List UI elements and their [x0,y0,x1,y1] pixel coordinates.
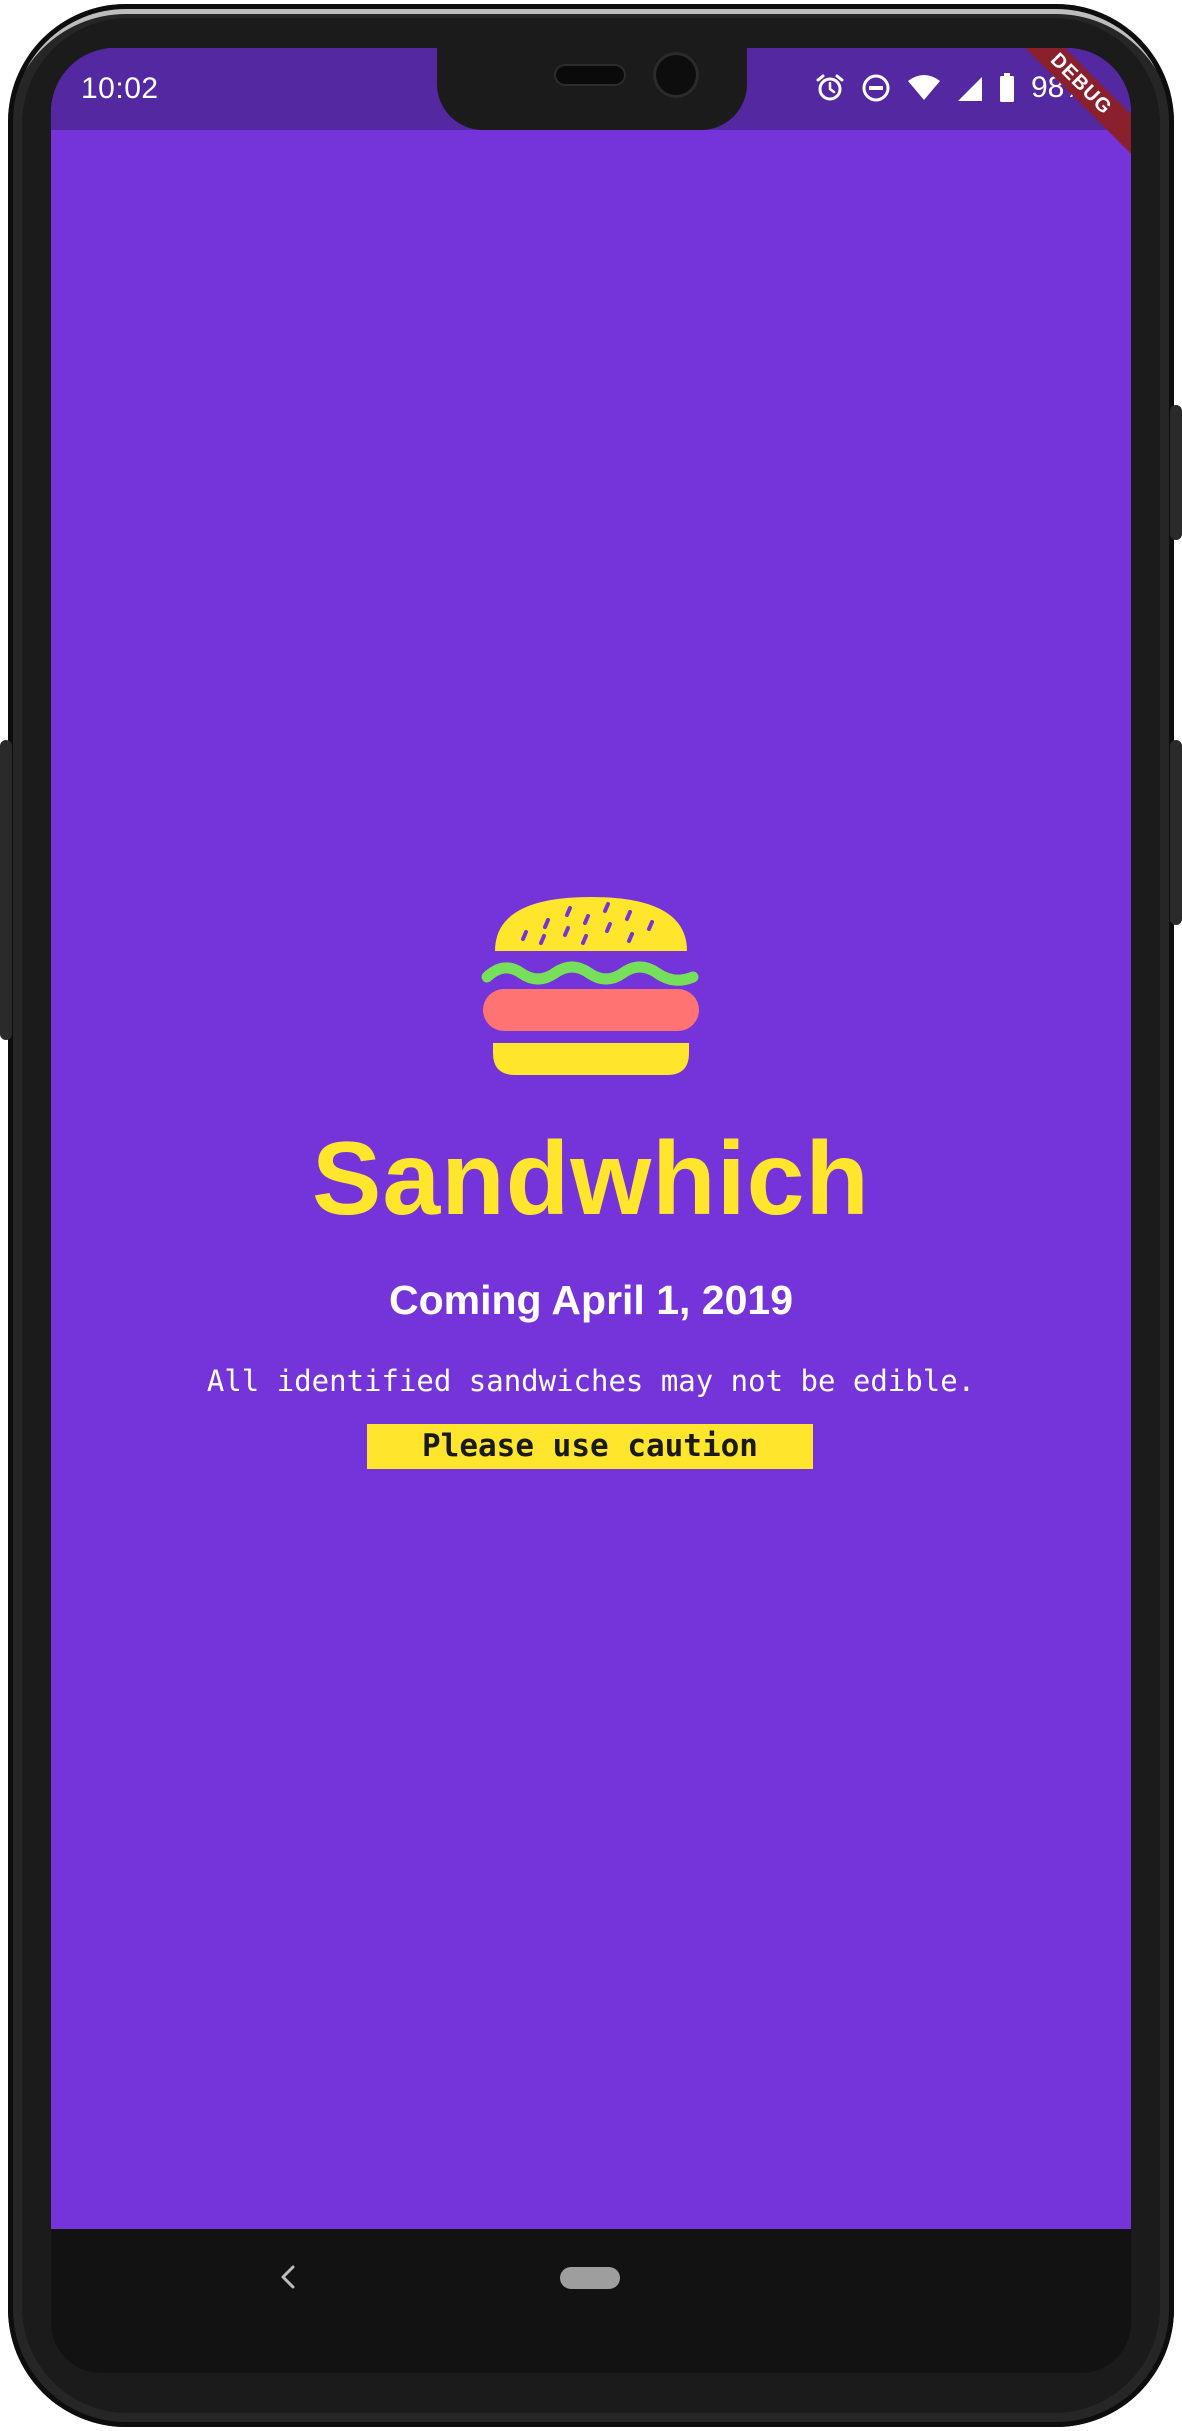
disclaimer-text: All identified sandwiches may not be edi… [206,1364,976,1398]
status-time: 10:02 [81,72,159,105]
volume-button-right [1170,740,1182,925]
alarm-icon [815,73,845,103]
power-button [1170,405,1182,540]
camera-notch [437,48,747,130]
do-not-disturb-icon [861,73,891,103]
navigation-bar [51,2229,1131,2323]
front-camera [653,52,699,98]
wifi-icon [907,73,941,103]
cell-signal-icon [957,74,983,102]
home-button[interactable] [560,2267,620,2289]
earpiece-speaker [554,64,626,86]
volume-button-left [0,740,12,1040]
battery-icon [999,73,1015,103]
launch-date-heading: Coming April 1, 2019 [388,1277,794,1323]
splash-content: Sandwhich Coming April 1, 2019 All ident… [51,130,1131,2275]
phone-chin [51,2323,1131,2373]
phone-screen: 10:02 98% DEBUG Sandwhich Coming April 1… [51,48,1131,2323]
caution-banner: Please use caution [367,1424,813,1469]
status-icons: 98% [815,68,1091,108]
burger-icon [481,897,699,1075]
back-icon[interactable] [269,2257,309,2297]
app-title: Sandwhich [312,1121,870,1237]
